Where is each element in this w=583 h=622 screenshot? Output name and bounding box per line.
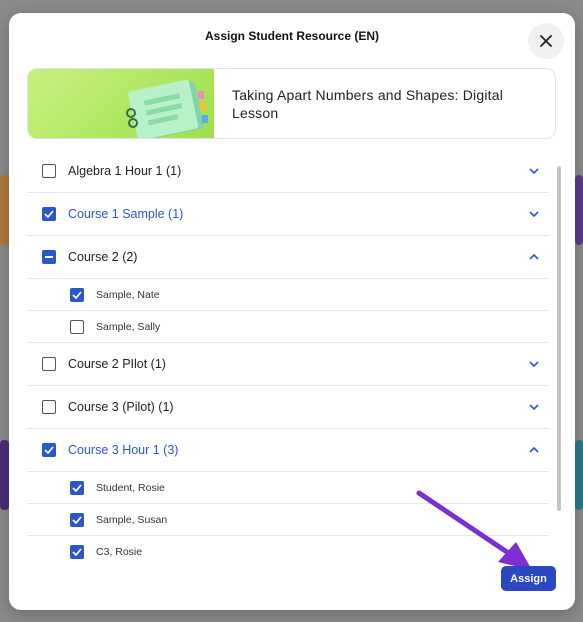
check-icon [44,446,54,454]
background-card [0,440,9,510]
check-icon [72,483,82,492]
student-row[interactable]: Sample, Nate [27,279,549,311]
check-icon [72,515,82,524]
checkbox[interactable] [42,400,56,414]
resource-thumbnail [28,69,214,138]
checkbox-checked[interactable] [42,443,56,457]
checkbox[interactable] [70,319,84,334]
checkbox[interactable] [42,357,56,371]
class-row[interactable]: Course 3 (Pilot) (1) [27,386,549,429]
chevron-up-icon[interactable] [527,443,541,457]
class-row[interactable]: Course 2 PIlot (1) [27,343,549,386]
assign-button[interactable]: Assign [501,566,556,591]
close-icon [540,35,552,47]
dialog-title: Assign Student Resource (EN) [204,29,380,43]
assign-dialog: Assign Student Resource (EN) Taking Apar… [9,13,575,610]
checkbox-partial[interactable] [42,250,56,264]
class-label: Course 2 (2) [68,250,138,264]
close-button[interactable] [528,23,564,59]
checkbox-checked[interactable] [70,545,84,559]
student-label: Student, Rosie [96,481,165,494]
checkbox[interactable] [42,164,56,178]
student-row[interactable]: Sample, Sally [27,311,549,343]
background-card [575,175,583,245]
chevron-down-icon[interactable] [527,400,541,414]
resource-title: Taking Apart Numbers and Shapes: Digital… [232,86,504,121]
chevron-down-icon[interactable] [527,164,541,178]
check-icon [72,548,82,556]
class-label: Course 2 PIlot (1) [68,357,166,371]
checkbox-checked[interactable] [70,287,84,302]
scrollbar[interactable] [557,166,561,511]
notebook-icon [126,79,208,138]
checkbox-checked[interactable] [70,480,84,495]
class-label: Course 3 Hour 1 (3) [68,443,179,457]
class-label: Course 3 (Pilot) (1) [68,400,174,414]
chevron-up-icon[interactable] [527,250,541,264]
class-row[interactable]: Course 2 (2) [27,236,549,279]
background-card [0,175,9,245]
student-label: C3, Rosie [96,546,143,558]
chevron-down-icon[interactable] [527,207,541,221]
class-row[interactable]: Algebra 1 Hour 1 (1) [27,150,549,193]
class-label: Course 1 Sample (1) [68,207,184,221]
class-row[interactable]: Course 3 Hour 1 (3) [27,429,549,472]
class-row[interactable]: Course 1 Sample (1) [27,193,549,236]
check-icon [44,210,54,218]
background-card [575,440,583,510]
student-label: Sample, Nate [96,288,160,301]
student-label: Sample, Susan [96,513,168,526]
student-label: Sample, Sally [96,320,161,333]
checkbox-checked[interactable] [42,207,56,221]
resource-card: Taking Apart Numbers and Shapes: Digital… [27,68,556,139]
minus-icon [45,256,53,258]
chevron-down-icon[interactable] [527,357,541,371]
checkbox-checked[interactable] [70,512,84,527]
class-label: Algebra 1 Hour 1 (1) [68,164,182,178]
check-icon [72,290,82,299]
